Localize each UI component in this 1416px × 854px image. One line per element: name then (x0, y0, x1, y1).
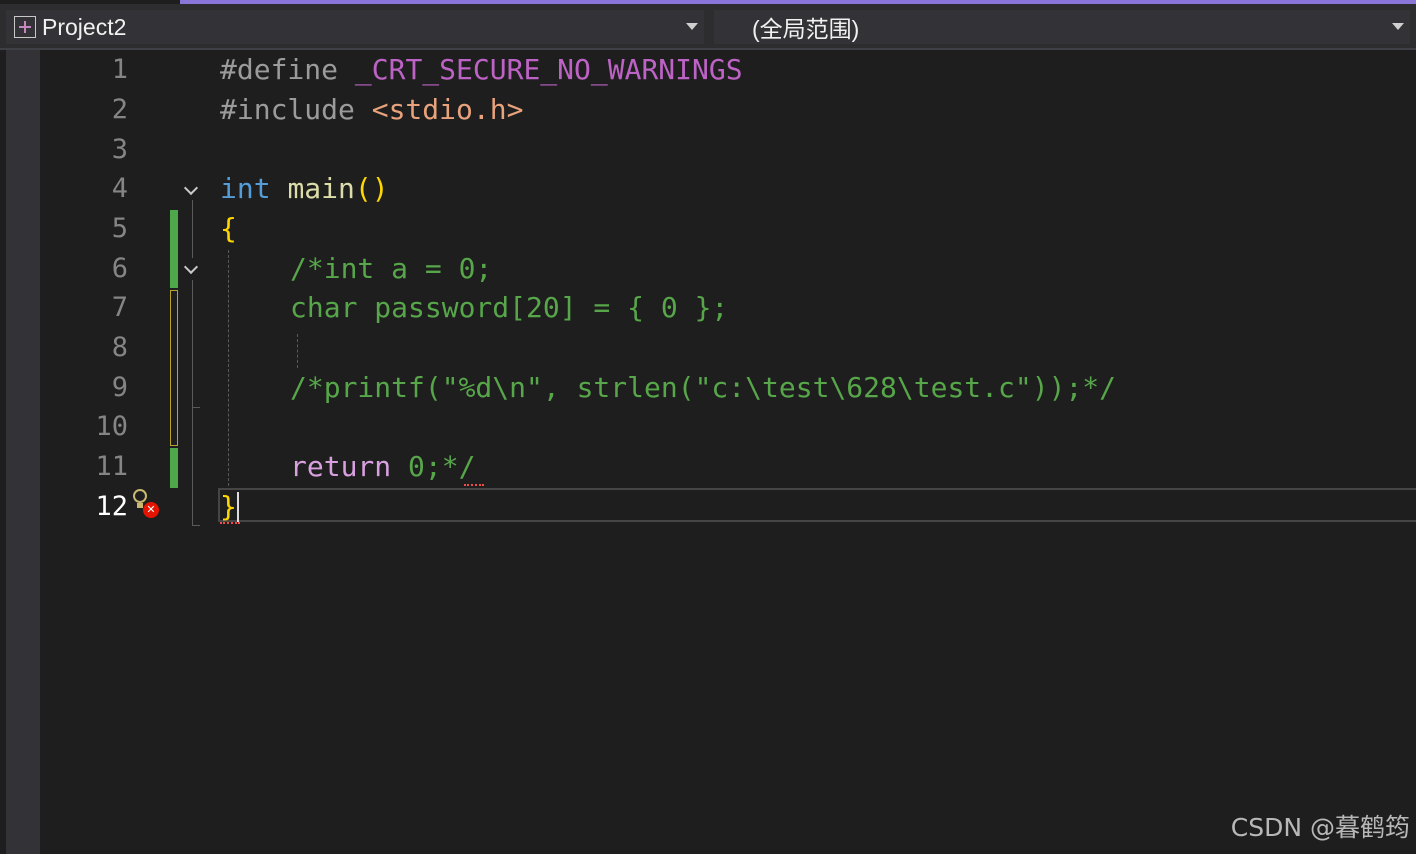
line-number: 10 (95, 411, 128, 442)
line-number: 9 (111, 372, 128, 403)
code-line: 7 char password[20] = { 0 }; (40, 288, 1416, 328)
code-text[interactable]: /*int a = 0; (290, 249, 492, 289)
code-text[interactable]: int main() (220, 169, 389, 209)
text-caret (237, 492, 239, 522)
parentheses: () (354, 172, 389, 205)
project-name: Project2 (42, 13, 127, 40)
chevron-down-icon[interactable] (1392, 23, 1404, 30)
chevron-down-icon[interactable] (686, 23, 698, 30)
line-number: 5 (111, 213, 128, 244)
line-number: 3 (111, 134, 128, 165)
code-text[interactable]: char password[20] = { 0 }; (290, 288, 728, 328)
project-dropdown[interactable]: Project2 (6, 10, 704, 44)
function-name: main (287, 172, 355, 205)
line-number: 2 (111, 94, 128, 125)
lightbulb-head (133, 489, 147, 503)
line-number: 1 (111, 54, 128, 85)
code-line: 9 /*printf("%d\n", strlen("c:\test\628\t… (40, 368, 1416, 408)
code-line: 1 #define _CRT_SECURE_NO_WARNINGS (40, 50, 1416, 90)
code-line: 10 (40, 407, 1416, 447)
keyword-return: return (290, 450, 392, 483)
line-number: 8 (111, 332, 128, 363)
code-line: 11 return 0;*/ (40, 447, 1416, 487)
preprocessor-directive: #define (220, 53, 339, 86)
line-number: 6 (111, 253, 128, 284)
include-header: <stdio.h> (371, 93, 524, 126)
watermark: CSDN @暮鹤筠 (1230, 813, 1410, 842)
code-line: 3 (40, 130, 1416, 170)
code-line: 5 { (40, 209, 1416, 249)
code-text[interactable]: #include <stdio.h> (220, 90, 523, 130)
code-text[interactable]: { (220, 209, 237, 249)
code-line: 8 (40, 328, 1416, 368)
code-text[interactable]: return 0;*/ (290, 447, 475, 487)
code-line-current: 12 } (40, 487, 1416, 527)
line-number: 4 (111, 173, 128, 204)
navigation-bar: Project2 (全局范围) (0, 4, 1416, 50)
code-line: 4 int main() (40, 169, 1416, 209)
line-number: 7 (111, 292, 128, 323)
code-text[interactable]: /*printf("%d\n", strlen("c:\test\628\tes… (290, 368, 1116, 408)
line-number: 12 (95, 491, 128, 522)
comment-tail: 0;*/ (391, 450, 476, 483)
macro-name: _CRT_SECURE_NO_WARNINGS (354, 53, 743, 86)
scope-name: (全局范围) (752, 16, 860, 42)
editor-left-margin (6, 50, 40, 854)
keyword: int (220, 172, 271, 205)
error-icon[interactable]: ✕ (143, 502, 159, 518)
error-squiggle[interactable] (464, 480, 484, 486)
code-line: 6 /*int a = 0; (40, 249, 1416, 289)
code-line: 2 #include <stdio.h> (40, 90, 1416, 130)
scope-dropdown[interactable]: (全局范围) (714, 10, 1410, 44)
code-text[interactable]: #define _CRT_SECURE_NO_WARNINGS (220, 50, 743, 90)
project-icon (14, 16, 36, 38)
lightbulb-base (137, 503, 143, 508)
preprocessor-directive: #include (220, 93, 355, 126)
line-number: 11 (95, 451, 128, 482)
